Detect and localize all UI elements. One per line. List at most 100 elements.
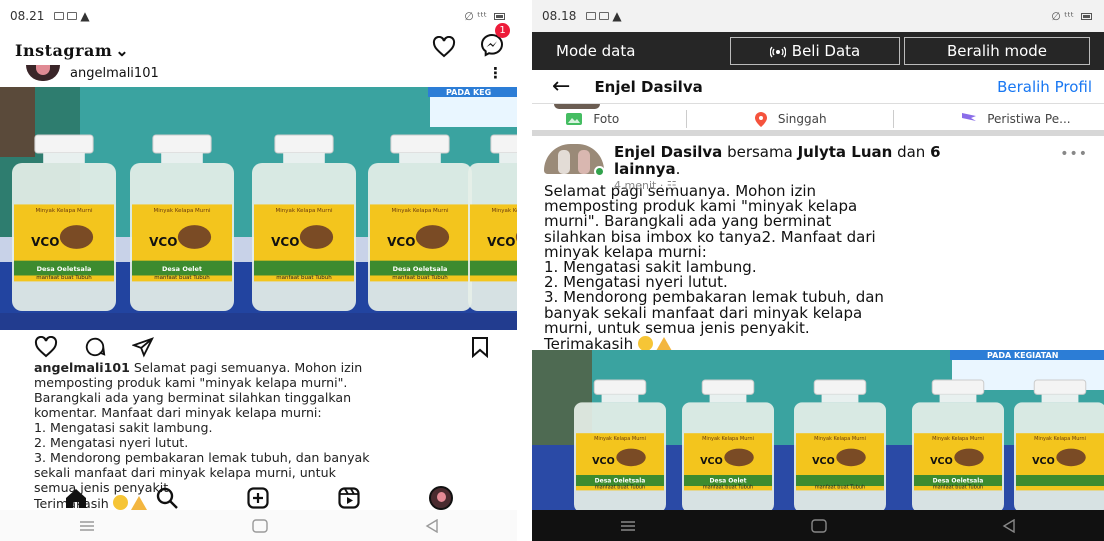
- switch-profile-link[interactable]: Beralih Profil: [997, 78, 1092, 96]
- home-button-icon[interactable]: [811, 518, 827, 533]
- post-timestamp: 4 menit · ☷: [614, 179, 677, 192]
- bottle-brand: VCO: [487, 235, 515, 249]
- online-status-dot: [594, 166, 605, 177]
- recents-icon[interactable]: [620, 520, 636, 531]
- product-photo-illustration: PADA KEG Minyak Kelapa Murni VCO Desa Oele…: [0, 87, 517, 330]
- bottle-label-top: Minyak Kelapa Murni: [36, 208, 93, 214]
- chevron-down-icon[interactable]: ⌄: [115, 41, 129, 60]
- more-options-icon[interactable]: •••: [1060, 146, 1088, 162]
- checkin-chip[interactable]: Singgah: [754, 111, 827, 127]
- bottle-label-top: Minyak Kelapa Murni: [392, 208, 449, 214]
- clock: 08.21: [10, 9, 45, 23]
- tagged-name[interactable]: Julyta Luan: [798, 143, 893, 161]
- status-bar: 08.21 ▲ ∅ ᵗᵗᵗ: [0, 0, 517, 32]
- bottle-label-foot: manfaat buat Tubuh: [703, 484, 753, 490]
- instagram-header: Instagram ⌄ 1: [0, 23, 517, 62]
- bottle-label-village: Desa Oelet: [162, 265, 202, 273]
- battery-icon: [494, 12, 505, 20]
- back-arrow-icon[interactable]: ←: [552, 74, 570, 99]
- post-header: angelmali101 ⋮: [0, 62, 517, 84]
- post-text: Selamat pagi semuanya. Mohon izin mempos…: [544, 182, 884, 354]
- bottle-label-top: Minyak Kelapa Murni: [276, 208, 333, 214]
- bottle-brand: VCO: [31, 235, 59, 249]
- more-options-icon[interactable]: ⋮: [488, 64, 503, 82]
- switch-mode-button[interactable]: Beralih mode: [904, 37, 1090, 65]
- profile-avatar[interactable]: [428, 486, 453, 510]
- product-photo-illustration: PADA KEGIATAN Minyak Kelapa MurniVCODesa…: [532, 350, 1104, 510]
- instagram-logo[interactable]: Instagram ⌄: [12, 33, 129, 62]
- bottle-label-top: Minyak Kelapa Murni: [154, 208, 211, 214]
- divider: [893, 110, 895, 128]
- bottle-label-foot: manfaat buat Tubuh: [815, 484, 865, 490]
- instagram-bottom-nav: [0, 486, 517, 510]
- bottle-label-foot: manfaat buat Tubuh: [933, 484, 983, 490]
- search-icon[interactable]: [156, 487, 178, 509]
- composer-actions: Foto Singgah Peristiwa Pe...: [532, 110, 1104, 136]
- bottle-label-top: Minyak Kelapa Murni: [1034, 436, 1086, 442]
- bottle-label-village: Desa Oeletsala: [37, 265, 92, 273]
- heart-icon[interactable]: [431, 36, 457, 58]
- data-mode-bar: Mode data Beli Data Beralih mode: [532, 32, 1104, 70]
- bottle-label-top: Minyak Kelapa Murni: [702, 436, 754, 442]
- avatar[interactable]: [26, 65, 60, 81]
- bottle-brand: VCO: [387, 235, 415, 249]
- caption-username[interactable]: angelmali101: [34, 360, 130, 375]
- signal-icons: ∅ ᵗᵗᵗ: [1051, 9, 1074, 23]
- bottle-brand: VCO: [592, 456, 615, 467]
- bottle-label-top: Minyak Kelapa Murni: [492, 208, 517, 214]
- photo-icon: [566, 113, 583, 125]
- praying-hands-icon: [655, 337, 672, 352]
- messages-badge: 1: [495, 23, 510, 38]
- life-event-chip[interactable]: Peristiwa Pe...: [961, 112, 1071, 126]
- flag-icon: [962, 113, 977, 121]
- post-photo[interactable]: PADA KEGIATAN Minyak Kelapa Murni VCO Desa…: [532, 350, 1104, 510]
- location-pin-icon: [754, 112, 767, 127]
- home-icon[interactable]: [65, 488, 87, 508]
- profile-header: ← Enjel Dasilva Beralih Profil: [532, 70, 1104, 104]
- home-button-icon[interactable]: [251, 518, 268, 533]
- post-authors: Enjel Dasilva bersama Julyta Luan dan 6 …: [614, 143, 941, 178]
- author-name[interactable]: Enjel Dasilva: [614, 143, 722, 161]
- bottle-brand: VCO: [700, 456, 723, 467]
- bookmark-icon[interactable]: [471, 336, 489, 358]
- messenger-button[interactable]: 1: [479, 23, 510, 61]
- post-header: Enjel Dasilva bersama Julyta Luan dan 6 …: [532, 136, 1104, 192]
- post-actions: [0, 330, 517, 360]
- signal-icons: ∅ ᵗᵗᵗ: [464, 9, 487, 23]
- reels-icon[interactable]: [337, 487, 360, 509]
- like-icon[interactable]: [34, 336, 58, 358]
- bottle-label-top: Minyak Kelapa Murni: [594, 436, 646, 442]
- profile-name: Enjel Dasilva: [594, 77, 703, 96]
- bottle-brand: VCO: [149, 235, 177, 249]
- banner-text: PADA KEG: [446, 88, 491, 97]
- bottle-label-foot: manfaat buat Tubuh: [595, 484, 645, 490]
- notification-icons: ▲: [54, 9, 90, 23]
- photo-chip[interactable]: Foto: [565, 112, 619, 126]
- clock: 08.18: [542, 9, 577, 23]
- bottle-brand: VCO: [812, 456, 835, 467]
- new-post-icon[interactable]: [246, 487, 269, 509]
- share-icon[interactable]: [132, 336, 154, 358]
- back-icon[interactable]: [425, 518, 439, 533]
- grin-emoji-icon: [637, 336, 653, 352]
- status-bar: 08.18 ▲ ∅ ᵗᵗᵗ: [532, 0, 1104, 32]
- bottle-label-foot: manfaat buat Tubuh: [276, 275, 332, 281]
- bottle-label-foot: manfaat buat Tubuh: [36, 275, 92, 281]
- notification-icons: ▲: [586, 9, 622, 23]
- comment-icon[interactable]: [84, 336, 106, 358]
- bottle-brand: VCO: [1032, 456, 1055, 467]
- battery-icon: [1081, 12, 1092, 20]
- recents-icon[interactable]: [79, 520, 95, 531]
- buy-data-button[interactable]: Beli Data: [730, 37, 900, 65]
- post-username[interactable]: angelmali101: [70, 66, 159, 81]
- instagram-screen: 08.21 ▲ ∅ ᵗᵗᵗ Instagram ⌄ 1 angelmali101 …: [0, 0, 517, 541]
- post-photo[interactable]: PADA KEG Minyak Kelapa Murni VCO Desa Oele…: [0, 87, 517, 330]
- divider: [686, 110, 688, 128]
- banner-text: PADA KEGIATAN: [987, 351, 1058, 360]
- data-mode-label: Mode data: [556, 42, 636, 60]
- back-icon[interactable]: [1002, 518, 1016, 533]
- system-nav-bar: [0, 510, 517, 541]
- bottle-label-foot: manfaat buat Tubuh: [392, 275, 448, 281]
- bottle-label-foot: manfaat buat Tubuh: [154, 275, 210, 281]
- signal-broadcast-icon: [769, 46, 786, 58]
